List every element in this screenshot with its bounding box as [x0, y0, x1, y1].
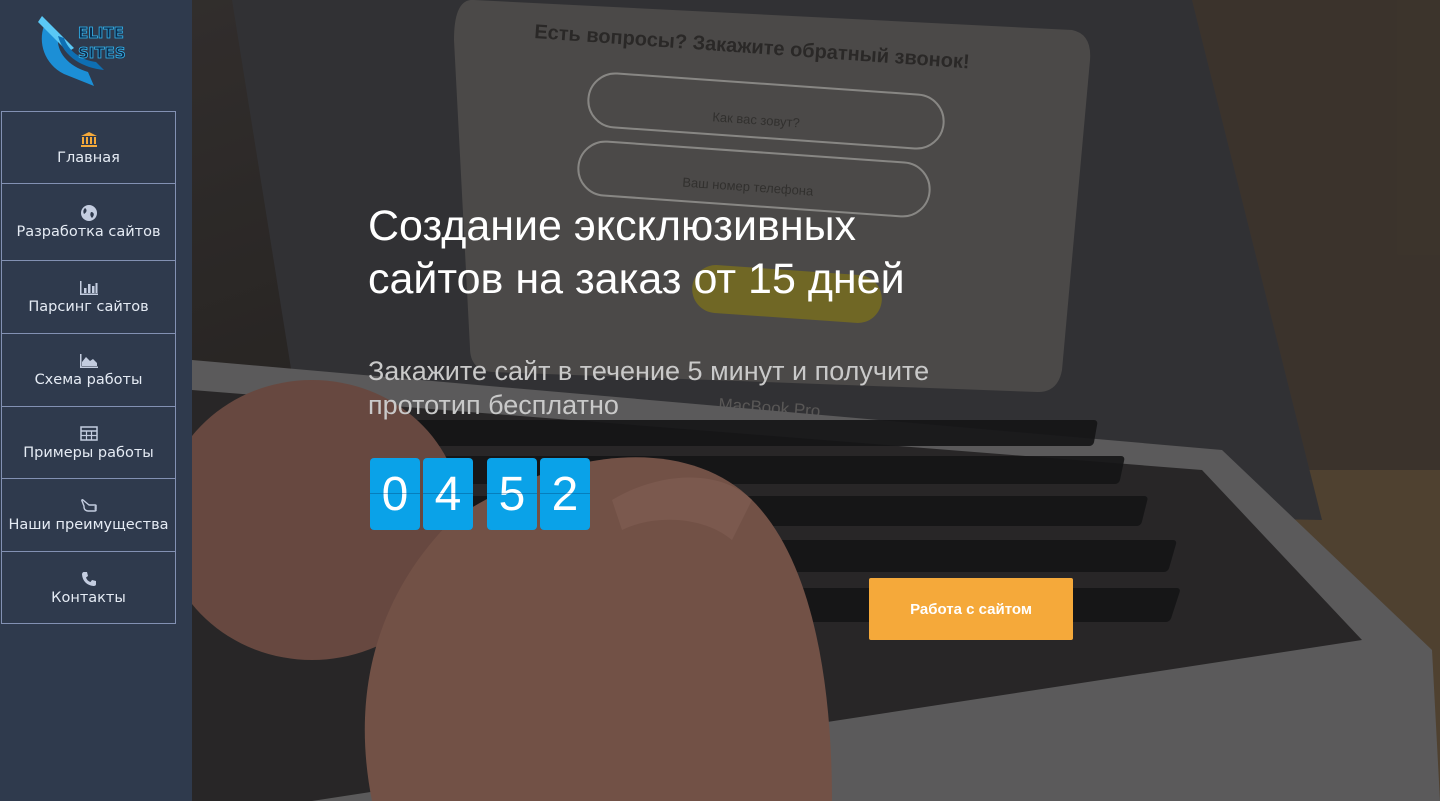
- sidebar-item-advantages[interactable]: Наши преимущества: [1, 479, 176, 552]
- timer-digit: 4: [423, 458, 473, 530]
- sidebar-item-web-development[interactable]: Разработка сайтов: [1, 184, 176, 261]
- area-chart-icon: [79, 352, 99, 370]
- hero-title-line-2: сайтов на заказ от 15 дней: [368, 255, 905, 303]
- sidebar-item-label: Парсинг сайтов: [28, 299, 149, 315]
- svg-text:ELITE: ELITE: [78, 24, 124, 42]
- sidebar-item-label: Примеры работы: [23, 444, 154, 461]
- svg-text:SITES: SITES: [78, 44, 126, 62]
- sidebar-item-home[interactable]: Главная: [1, 111, 176, 184]
- countdown-timer: 0 4 5 2: [370, 458, 593, 530]
- timer-digit: 0: [370, 458, 420, 530]
- bank-icon: [80, 130, 98, 148]
- sidebar-nav: Главная Разработка сайтов Парсинг сайтов…: [1, 111, 176, 624]
- sidebar-item-label: Главная: [57, 149, 120, 166]
- globe-icon: [80, 204, 98, 222]
- sidebar-item-label: Наши преимущества: [8, 517, 169, 533]
- hero-subtitle: Закажите сайт в течение 5 минут и получи…: [368, 356, 930, 420]
- table-icon: [79, 425, 98, 443]
- bar-chart-icon: [79, 279, 99, 297]
- sidebar-item-contacts[interactable]: Контакты: [1, 552, 176, 624]
- sidebar-item-work-scheme[interactable]: Схема работы: [1, 334, 176, 407]
- sidebar-item-portfolio[interactable]: Примеры работы: [1, 407, 176, 479]
- hero-title: Создание эксклюзивных сайтов на заказ от…: [368, 200, 1088, 306]
- sidebar-item-label: Разработка сайтов: [16, 224, 161, 240]
- sidebar-item-parsing[interactable]: Парсинг сайтов: [1, 261, 176, 334]
- hero-section: Есть вопросы? Закажите обратный звонок! …: [192, 0, 1440, 801]
- sidebar-item-label: Схема работы: [34, 372, 143, 388]
- timer-digit: 2: [540, 458, 590, 530]
- sidebar-item-label: Контакты: [51, 589, 126, 606]
- phone-icon: [81, 570, 97, 588]
- timer-digit: 5: [487, 458, 537, 530]
- hero-title-line-1: Создание эксклюзивных: [368, 202, 856, 250]
- hand-pointer-icon: [80, 497, 98, 515]
- site-logo[interactable]: ELITE SITES: [34, 8, 130, 88]
- sidebar: ELITE SITES Главная Разработка сайтов Па…: [0, 0, 192, 801]
- work-with-site-button[interactable]: Работа с сайтом: [869, 578, 1073, 640]
